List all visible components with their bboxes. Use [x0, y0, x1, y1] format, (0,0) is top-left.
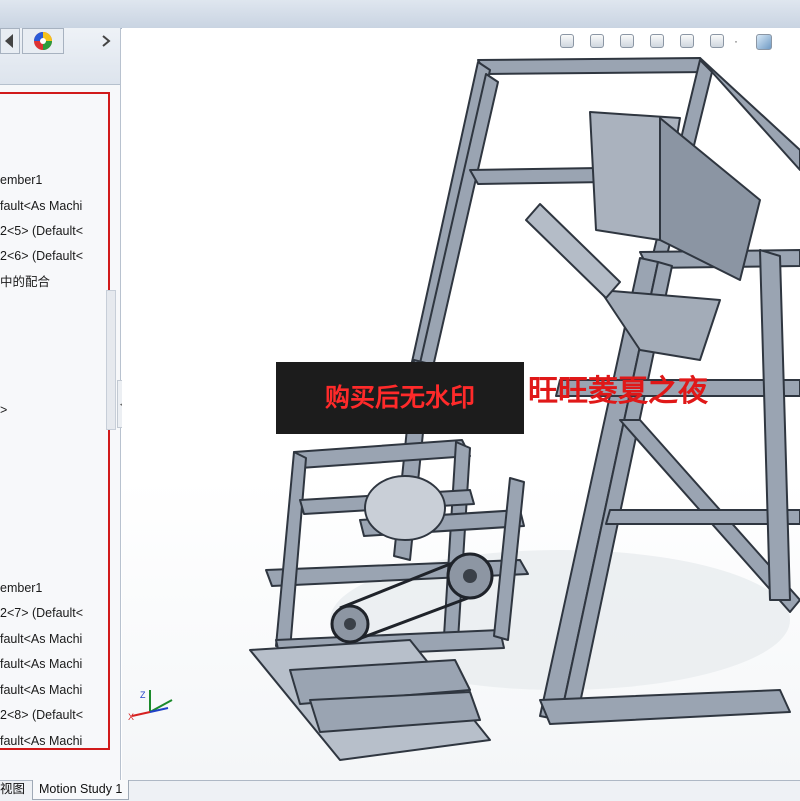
- view-orientation-icon[interactable]: [680, 34, 694, 48]
- svg-text:Z: Z: [140, 690, 146, 700]
- watermark-text: 旺旺菱夏之夜: [528, 374, 708, 409]
- hide-show-icon[interactable]: ·: [734, 34, 748, 48]
- zoom-area-icon[interactable]: [590, 34, 604, 48]
- display-style-icon[interactable]: [710, 34, 724, 48]
- tab-model-view[interactable]: 视图: [0, 780, 30, 800]
- zoom-icon[interactable]: [560, 34, 574, 48]
- tab-motion-study[interactable]: Motion Study 1: [32, 780, 130, 800]
- previous-view-icon[interactable]: [620, 34, 634, 48]
- svg-text:X: X: [128, 712, 134, 722]
- watermark-boxed-text: 购买后无水印: [324, 383, 475, 412]
- section-view-icon[interactable]: [650, 34, 664, 48]
- axis-triad: [131, 690, 173, 717]
- edit-appearance-icon[interactable]: [756, 34, 772, 50]
